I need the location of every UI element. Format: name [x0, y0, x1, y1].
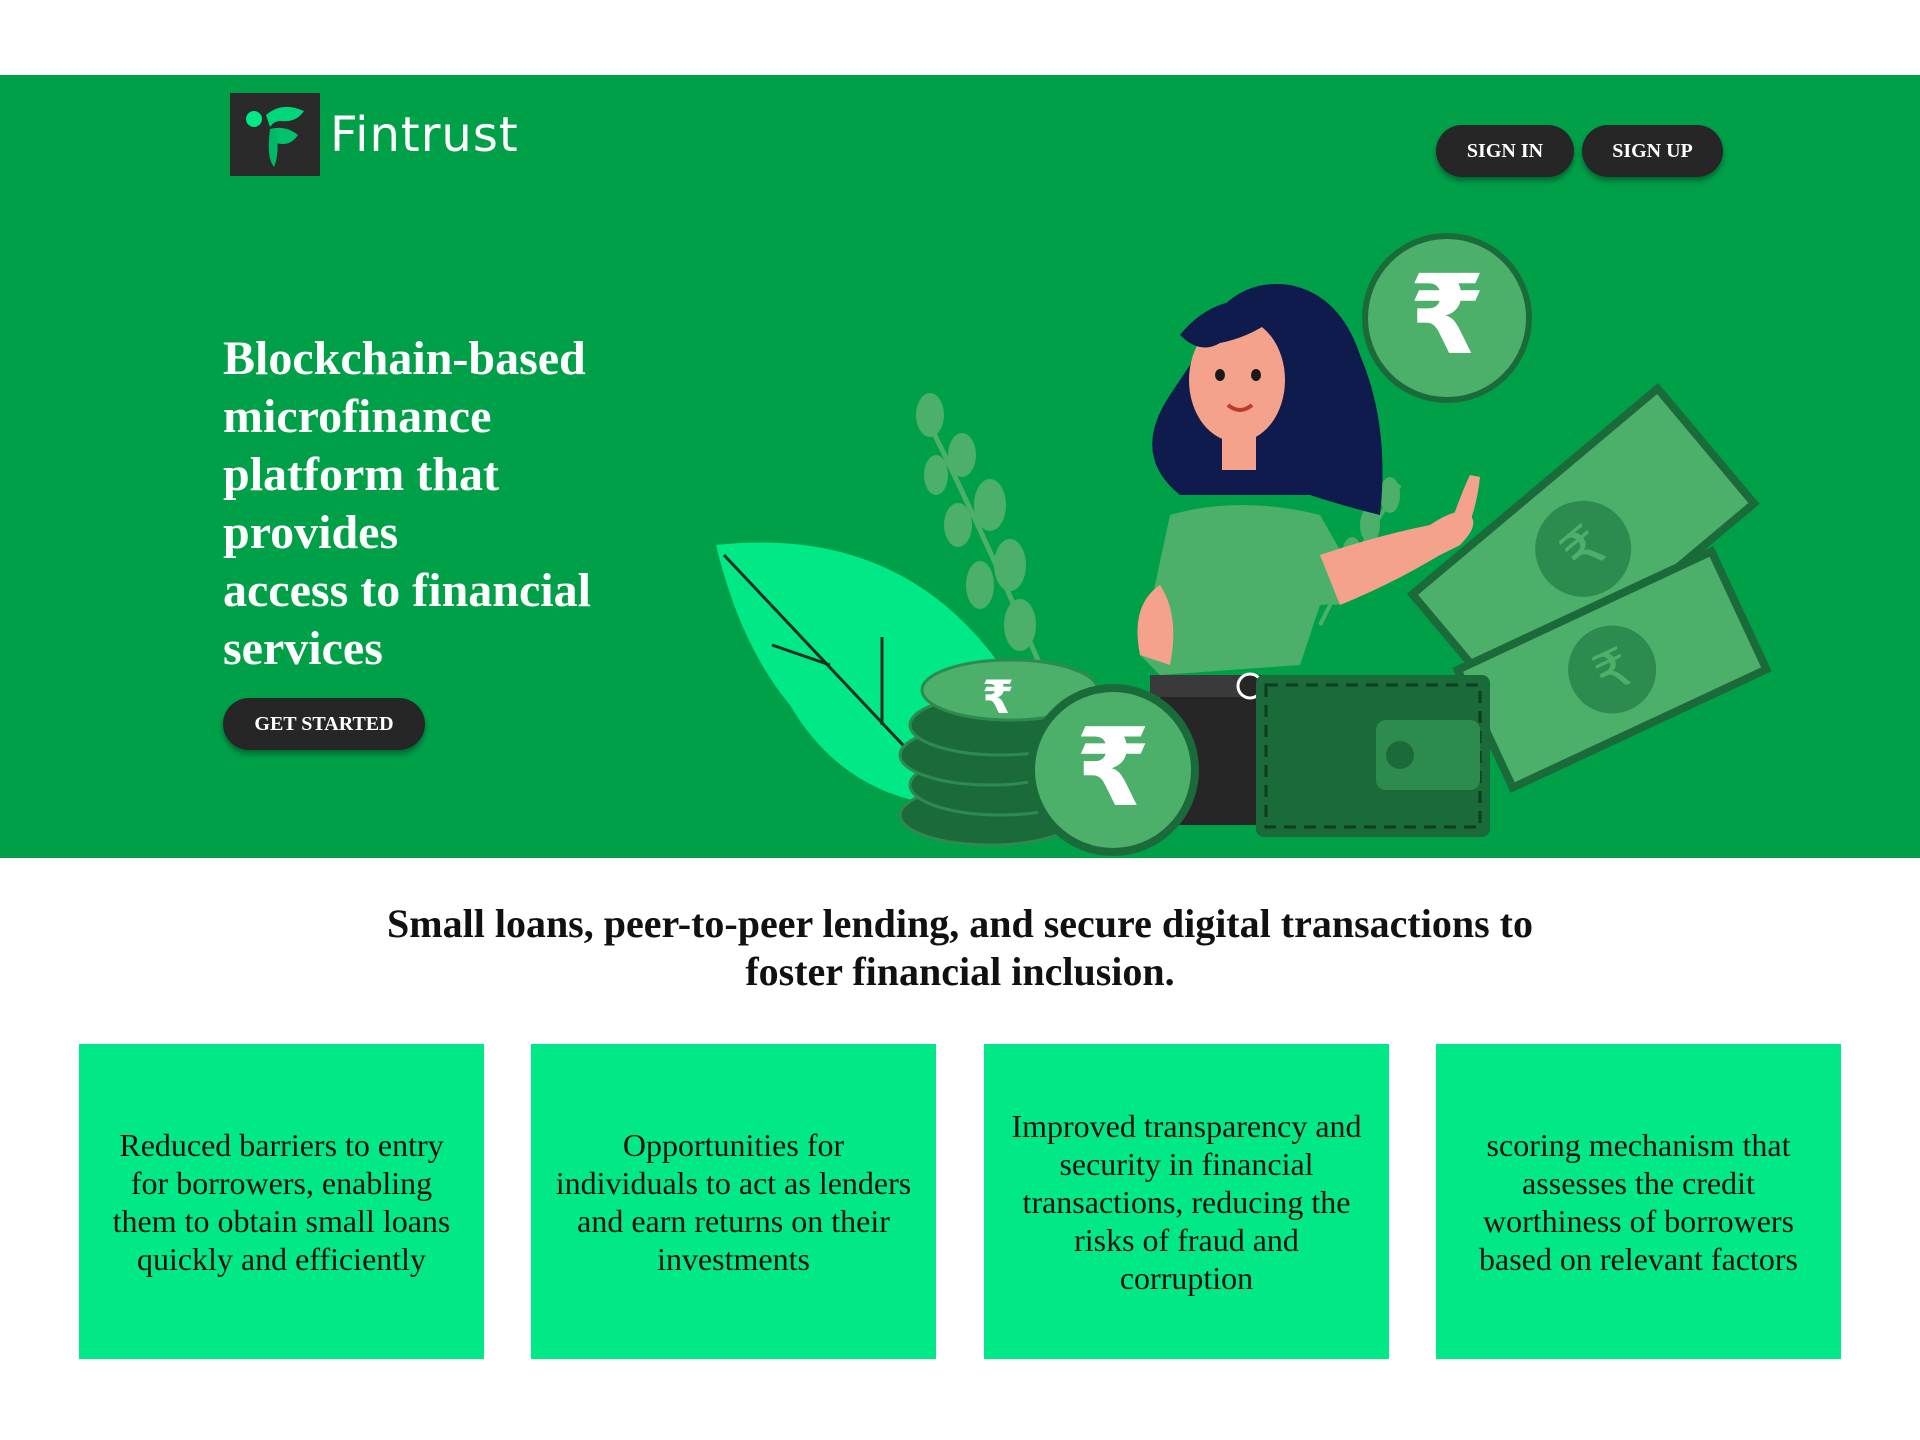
feature-text: Improved transparency and security in fi… [1011, 1107, 1362, 1296]
headline-line: microfinance [223, 390, 492, 443]
hero-headline: Blockchain-based microfinance platform t… [223, 330, 663, 678]
headline-line: provides [223, 506, 399, 559]
brand-logo[interactable]: Fintrust [230, 93, 519, 176]
feature-card: scoring mechanism that assesses the cred… [1436, 1044, 1841, 1359]
fintrust-logo-icon [230, 93, 320, 176]
brand-name: Fintrust [330, 106, 519, 163]
feature-cards: Reduced barriers to entry for borrowers,… [0, 1044, 1920, 1359]
tagline: Small loans, peer-to-peer lending, and s… [320, 900, 1600, 996]
headline-line: access to financial [223, 564, 591, 617]
sign-up-button[interactable]: SIGN UP [1582, 125, 1723, 177]
rupee-symbol: ₹ [982, 670, 1014, 724]
tagline-line: foster financial inclusion. [745, 949, 1175, 994]
headline-line: Blockchain-based [223, 332, 586, 385]
get-started-button[interactable]: GET STARTED [223, 698, 425, 750]
wallet [1256, 675, 1490, 837]
hero-illustration: ₹ ₹ ₹ ₹ ₹ [716, 233, 1772, 856]
rupee-symbol: ₹ [1409, 251, 1486, 379]
rupee-symbol: ₹ [1075, 706, 1150, 831]
feature-text: Reduced barriers to entry for borrowers,… [112, 1126, 451, 1277]
sign-in-button[interactable]: SIGN IN [1436, 125, 1574, 177]
headline-line: platform that [223, 448, 499, 501]
headline-line: services [223, 622, 383, 675]
floating-rupee-coin: ₹ [1362, 233, 1532, 403]
feature-card: Reduced barriers to entry for borrowers,… [79, 1044, 484, 1359]
feature-text: Opportunities for individuals to act as … [555, 1126, 912, 1277]
feature-text: scoring mechanism that assesses the cred… [1479, 1126, 1798, 1277]
tagline-line: Small loans, peer-to-peer lending, and s… [387, 901, 1533, 946]
feature-card: Opportunities for individuals to act as … [531, 1044, 936, 1359]
front-rupee-coin: ₹ [1027, 684, 1199, 856]
hero-section: Fintrust SIGN IN SIGN UP Blockchain-base… [0, 75, 1920, 858]
feature-card: Improved transparency and security in fi… [984, 1044, 1389, 1359]
